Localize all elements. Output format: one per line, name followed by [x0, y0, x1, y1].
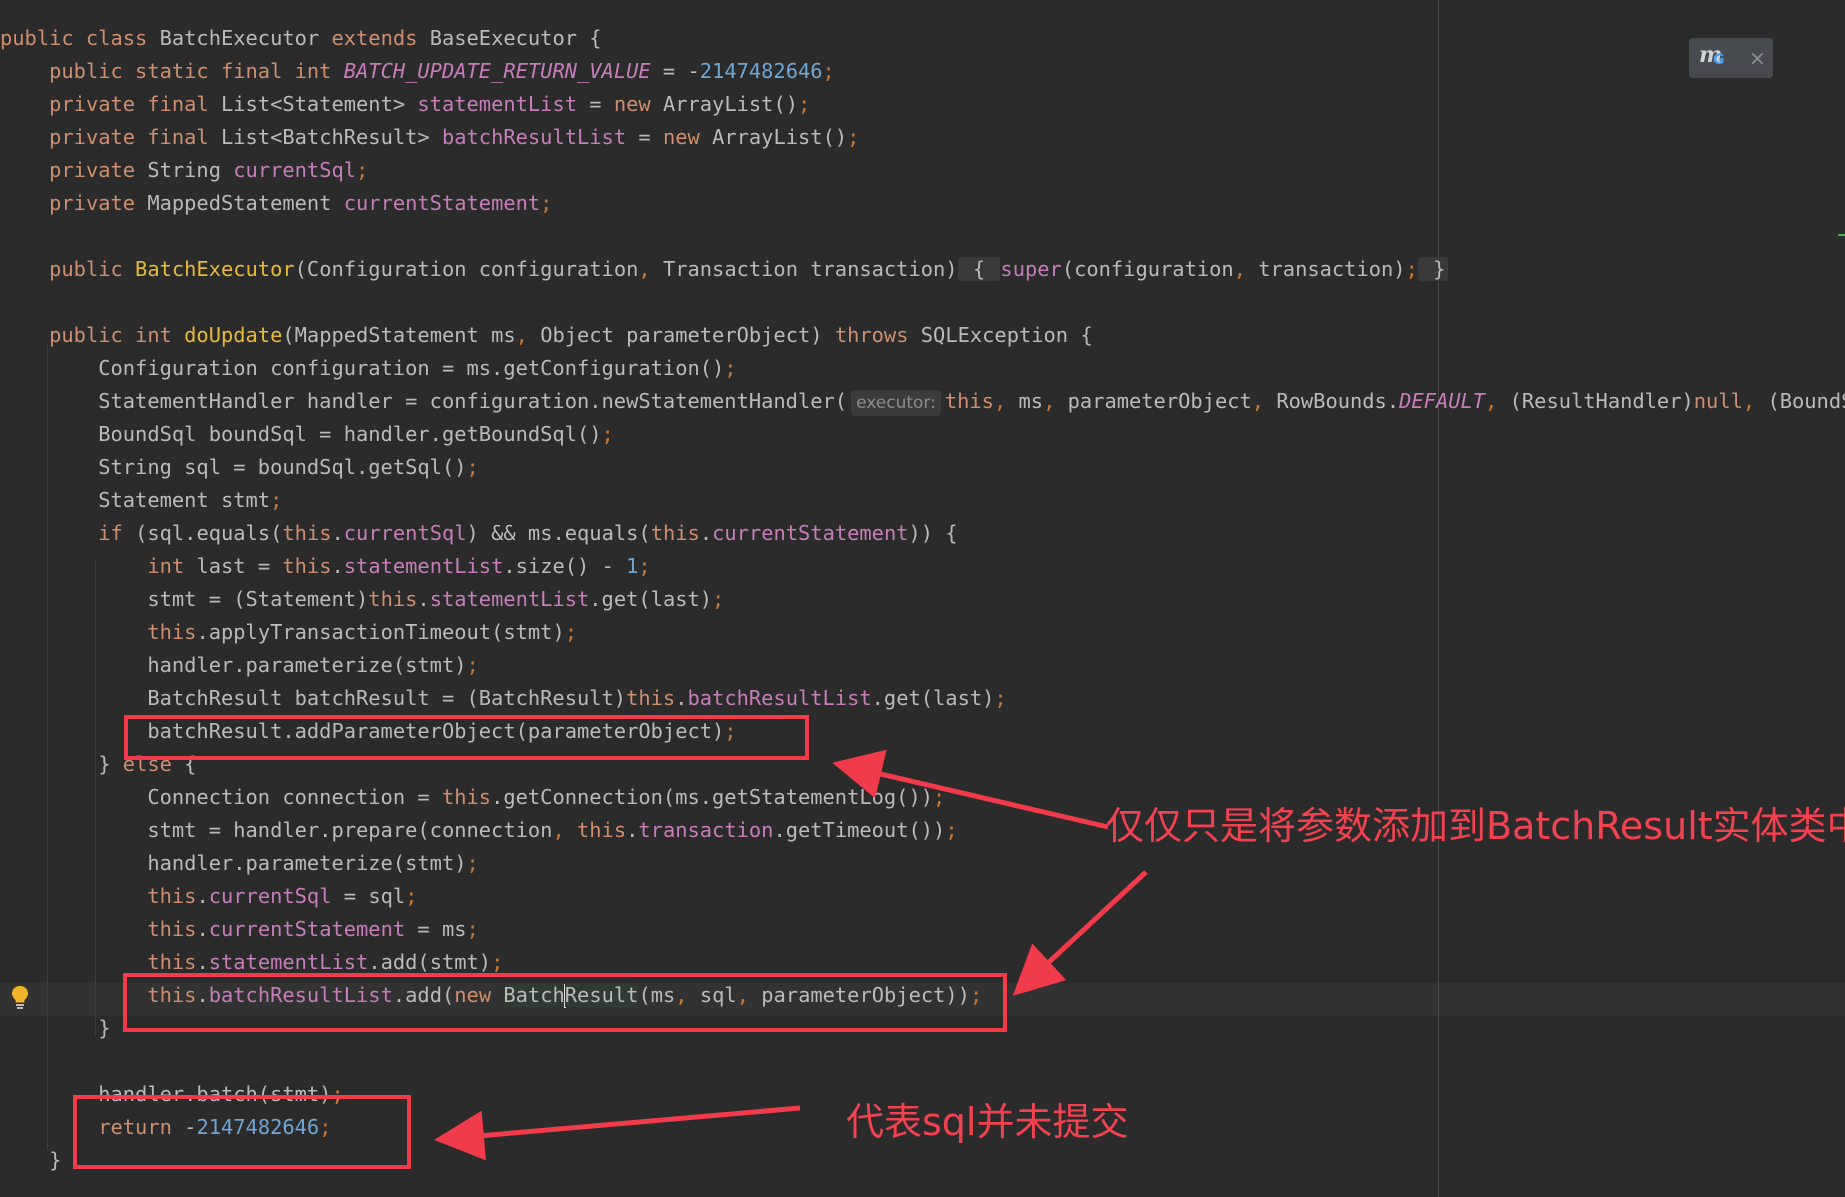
- arrow-to-batch-result-add: [1012, 870, 1148, 996]
- annotation-arrows: [434, 749, 1148, 1161]
- arrow-to-add-parameter: [832, 749, 1109, 830]
- annotation-param-note: 仅仅只是将参数添加到BatchResult实体类中: [1106, 804, 1845, 848]
- arrow-to-return: [434, 1105, 801, 1161]
- code-editor[interactable]: public class BatchExecutor extends BaseE…: [0, 0, 1845, 1197]
- annotation-sql-note: 代表sql并未提交: [846, 1100, 1129, 1144]
